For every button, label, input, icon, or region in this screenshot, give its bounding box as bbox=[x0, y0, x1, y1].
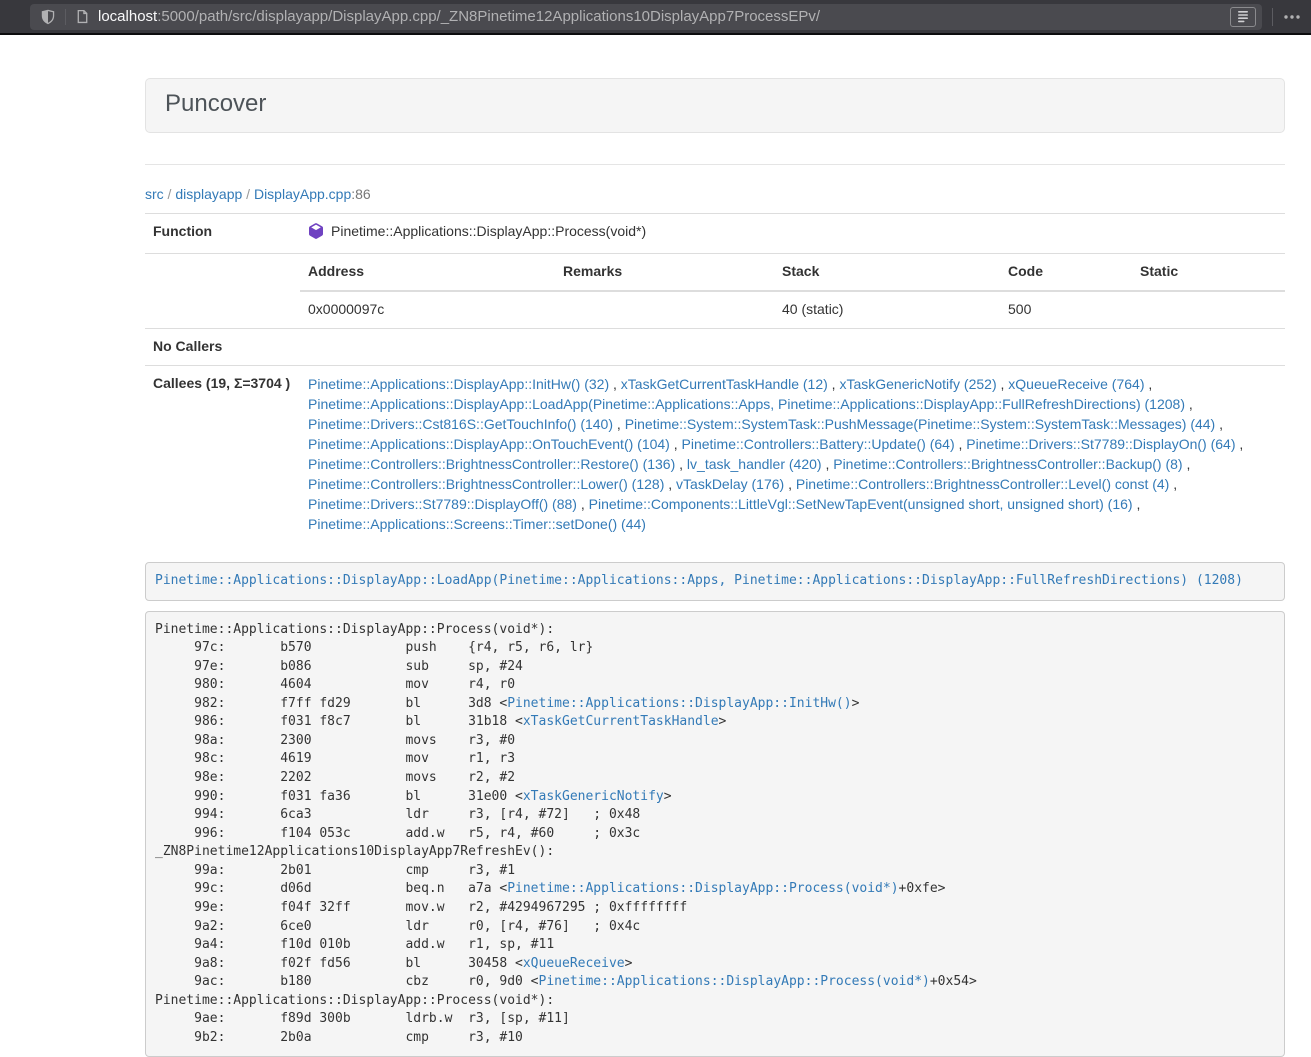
callee-link[interactable]: xTaskGetCurrentTaskHandle (12) bbox=[621, 376, 828, 392]
page-title: Puncover bbox=[165, 90, 266, 117]
page-content: Puncover src / displayapp / DisplayApp.c… bbox=[0, 35, 1311, 1057]
breadcrumb-line-number: :86 bbox=[351, 186, 370, 202]
callee-link[interactable]: Pinetime::Applications::Screens::Timer::… bbox=[308, 516, 646, 532]
assembly-symbol-link[interactable]: xQueueReceive bbox=[523, 956, 625, 971]
main-container: Puncover src / displayapp / DisplayApp.c… bbox=[145, 78, 1285, 1057]
stats-column-header: Stack bbox=[774, 254, 1000, 291]
table-row-stats: AddressRemarksStackCodeStatic 0x0000097c 4… bbox=[145, 253, 1285, 328]
stats-column-header: Code bbox=[1000, 254, 1132, 291]
reader-mode-button[interactable] bbox=[1230, 7, 1256, 27]
stats-value-cell: 500 bbox=[1000, 291, 1132, 328]
callee-link[interactable]: Pinetime::Applications::DisplayApp::Init… bbox=[308, 376, 609, 392]
app-header: Puncover bbox=[145, 78, 1285, 133]
callee-link[interactable]: Pinetime::System::SystemTask::PushMessag… bbox=[625, 416, 1216, 432]
stats-cell-wrap: AddressRemarksStackCodeStatic 0x0000097c 4… bbox=[300, 253, 1285, 328]
stats-value-cell bbox=[555, 291, 774, 328]
function-row-label: Function bbox=[145, 214, 300, 254]
stats-column-header: Remarks bbox=[555, 254, 774, 291]
stats-value-cell bbox=[1132, 291, 1285, 328]
assembly-symbol-link[interactable]: Pinetime::Applications::DisplayApp::Proc… bbox=[507, 881, 898, 896]
callee-link[interactable]: Pinetime::Applications::DisplayApp::Load… bbox=[308, 396, 1185, 412]
callee-link[interactable]: Pinetime::Drivers::St7789::DisplayOn() (… bbox=[966, 436, 1235, 452]
callee-link[interactable]: xQueueReceive (764) bbox=[1008, 376, 1144, 392]
stats-value-cell: 40 (static) bbox=[774, 291, 1000, 328]
toolbar-separator bbox=[1272, 8, 1273, 26]
stats-row-label bbox=[145, 253, 300, 328]
page-icon[interactable] bbox=[75, 9, 90, 24]
callee-link[interactable]: Pinetime::Drivers::Cst816S::GetTouchInfo… bbox=[308, 416, 613, 432]
menu-dots-icon[interactable] bbox=[1283, 9, 1301, 25]
stats-column-header: Static bbox=[1132, 254, 1285, 291]
callee-link[interactable]: lv_task_handler (420) bbox=[687, 456, 822, 472]
breadcrumb-link[interactable]: displayapp bbox=[175, 186, 242, 202]
breadcrumb: src / displayapp / DisplayApp.cpp:86 bbox=[145, 165, 1285, 213]
table-row-callees: Callees (19, Σ=3704 ) Pinetime::Applicat… bbox=[145, 365, 1285, 542]
callee-link[interactable]: vTaskDelay (176) bbox=[676, 476, 784, 492]
breadcrumb-link[interactable]: DisplayApp.cpp bbox=[254, 186, 351, 202]
callee-link[interactable]: Pinetime::Controllers::BrightnessControl… bbox=[308, 456, 675, 472]
url-bar[interactable]: localhost:5000/path/src/displayapp/Displ… bbox=[30, 4, 1262, 30]
callee-link[interactable]: Pinetime::Drivers::St7789::DisplayOff() … bbox=[308, 496, 577, 512]
function-table: Function Pinetime::Applications::Display… bbox=[145, 213, 1285, 542]
callees-cell: Pinetime::Applications::DisplayApp::Init… bbox=[300, 365, 1285, 542]
assembly-symbol-link[interactable]: xTaskGetCurrentTaskHandle bbox=[523, 714, 719, 729]
function-name-cell: Pinetime::Applications::DisplayApp::Proc… bbox=[300, 214, 1285, 254]
url-path: :5000/path/src/displayapp/DisplayApp.cpp… bbox=[157, 8, 820, 25]
assembly-symbol-link[interactable]: xTaskGenericNotify bbox=[523, 789, 664, 804]
callees-label: Callees (19, Σ=3704 ) bbox=[145, 365, 300, 542]
stats-column-header: Address bbox=[300, 254, 555, 291]
function-name: Pinetime::Applications::DisplayApp::Proc… bbox=[331, 223, 646, 239]
browser-toolbar: localhost:5000/path/src/displayapp/Displ… bbox=[0, 0, 1311, 35]
shield-icon[interactable] bbox=[40, 9, 56, 25]
stats-value-cell: 0x0000097c bbox=[300, 291, 555, 328]
loadapp-snippet-link[interactable]: Pinetime::Applications::DisplayApp::Load… bbox=[155, 573, 1243, 588]
loadapp-snippet-box: Pinetime::Applications::DisplayApp::Load… bbox=[145, 562, 1285, 601]
stats-table: AddressRemarksStackCodeStatic 0x0000097c 4… bbox=[300, 254, 1285, 328]
callee-link[interactable]: Pinetime::Controllers::BrightnessControl… bbox=[308, 476, 664, 492]
callee-link[interactable]: Pinetime::Controllers::BrightnessControl… bbox=[796, 476, 1169, 492]
breadcrumb-separator: / bbox=[164, 186, 176, 202]
package-icon bbox=[308, 223, 324, 245]
urlbar-separator bbox=[65, 9, 66, 25]
callee-link[interactable]: xTaskGenericNotify (252) bbox=[839, 376, 996, 392]
callers-cell bbox=[300, 328, 1285, 365]
breadcrumb-link[interactable]: src bbox=[145, 186, 164, 202]
breadcrumb-separator: / bbox=[242, 186, 254, 202]
callee-link[interactable]: Pinetime::Controllers::BrightnessControl… bbox=[833, 456, 1182, 472]
callee-link[interactable]: Pinetime::Components::LittleVgl::SetNewT… bbox=[589, 496, 1133, 512]
callee-link[interactable]: Pinetime::Applications::DisplayApp::OnTo… bbox=[308, 436, 670, 452]
url-text[interactable]: localhost:5000/path/src/displayapp/Displ… bbox=[98, 8, 1222, 25]
assembly-symbol-link[interactable]: Pinetime::Applications::DisplayApp::Init… bbox=[507, 696, 851, 711]
callee-link[interactable]: Pinetime::Controllers::Battery::Update()… bbox=[682, 436, 955, 452]
callers-label: No Callers bbox=[145, 328, 300, 365]
table-row-callers: No Callers bbox=[145, 328, 1285, 365]
assembly-listing: Pinetime::Applications::DisplayApp::Proc… bbox=[145, 611, 1285, 1057]
table-row-function: Function Pinetime::Applications::Display… bbox=[145, 214, 1285, 254]
assembly-symbol-link[interactable]: Pinetime::Applications::DisplayApp::Proc… bbox=[539, 974, 930, 989]
url-host: localhost bbox=[98, 8, 157, 25]
